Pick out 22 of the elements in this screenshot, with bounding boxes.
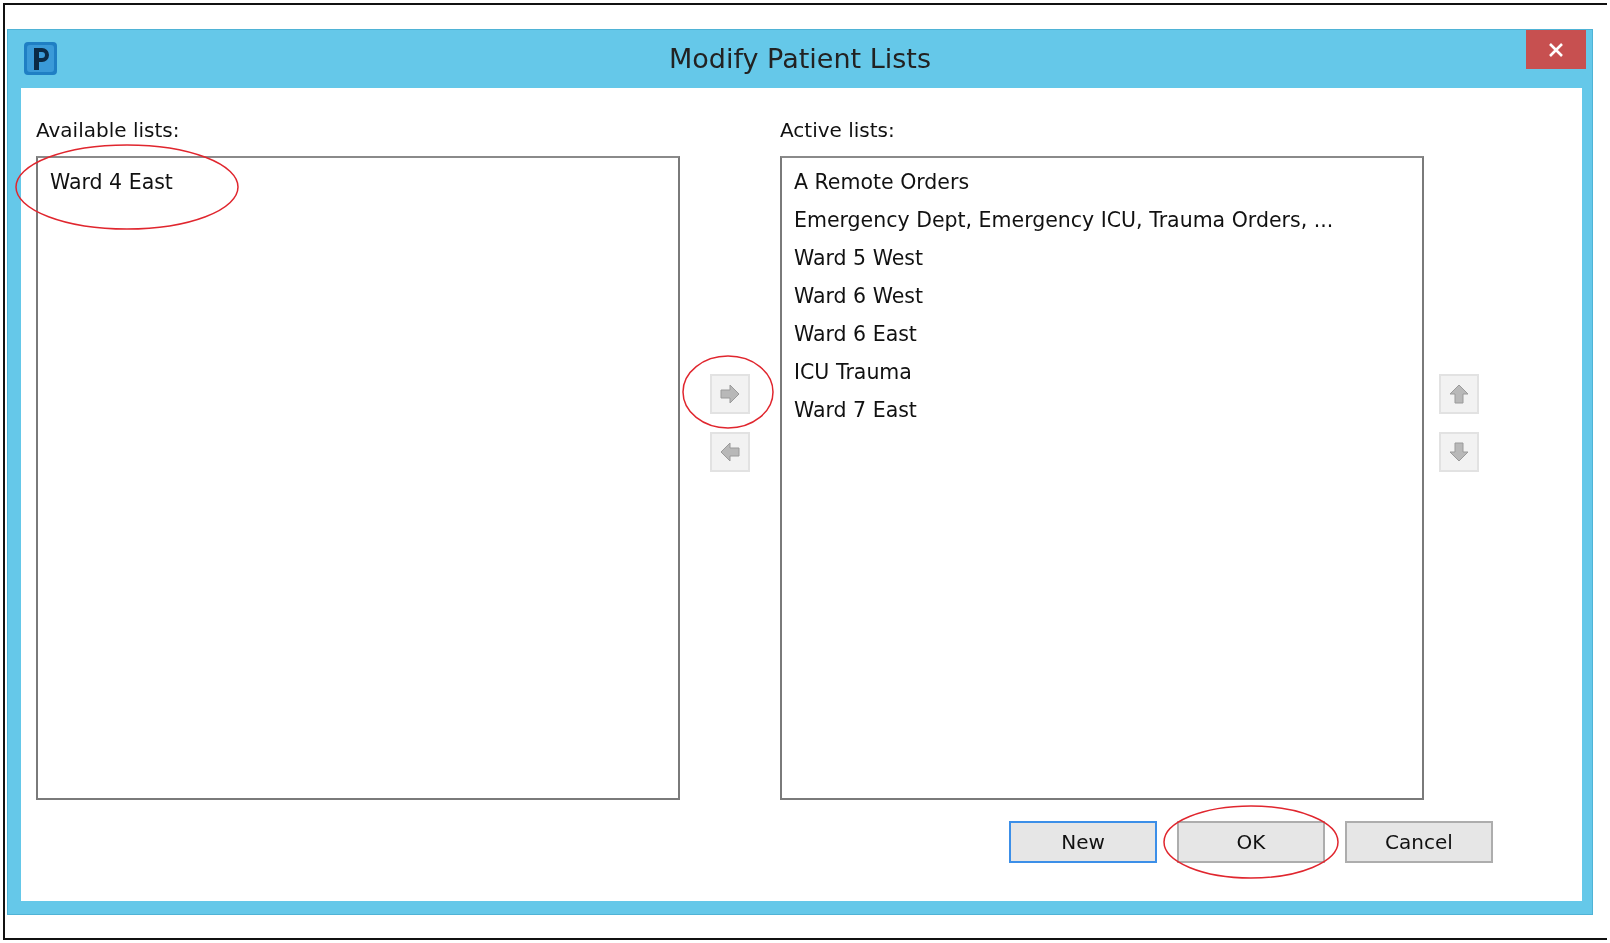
close-icon (1548, 41, 1564, 58)
move-right-button[interactable] (710, 374, 750, 414)
app-icon (24, 42, 57, 75)
move-left-button[interactable] (710, 432, 750, 472)
list-item[interactable]: A Remote Orders (794, 163, 970, 201)
list-item[interactable]: ICU Trauma (794, 353, 912, 391)
close-button[interactable] (1526, 30, 1586, 69)
move-down-button[interactable] (1439, 432, 1479, 472)
move-up-button[interactable] (1439, 374, 1479, 414)
window-title: Modify Patient Lists (669, 41, 931, 76)
dialog-button[interactable]: New (1009, 821, 1157, 863)
list-item[interactable]: Emergency Dept, Emergency ICU, Trauma Orders, ... (794, 201, 1334, 239)
list-item[interactable]: Ward 6 West (794, 277, 924, 315)
list-item[interactable]: Ward 5 West (794, 239, 924, 277)
list-label: Available lists: (36, 117, 181, 144)
dialog-button[interactable]: Cancel (1345, 821, 1493, 863)
available-list[interactable]: Ward 4 East (36, 156, 680, 800)
list-item[interactable]: Ward 7 East (794, 391, 917, 429)
active-list[interactable]: A Remote Orders Emergency Dept, Emergency ICU, Trauma Orders, ... Ward 5 West Ward 6 West Ward 6 East ICU Trauma Ward 7 East (780, 156, 1424, 800)
dialog-button[interactable]: OK (1177, 821, 1325, 863)
list-label: Active lists: (780, 117, 896, 144)
list-item[interactable]: Ward 6 East (794, 315, 917, 353)
